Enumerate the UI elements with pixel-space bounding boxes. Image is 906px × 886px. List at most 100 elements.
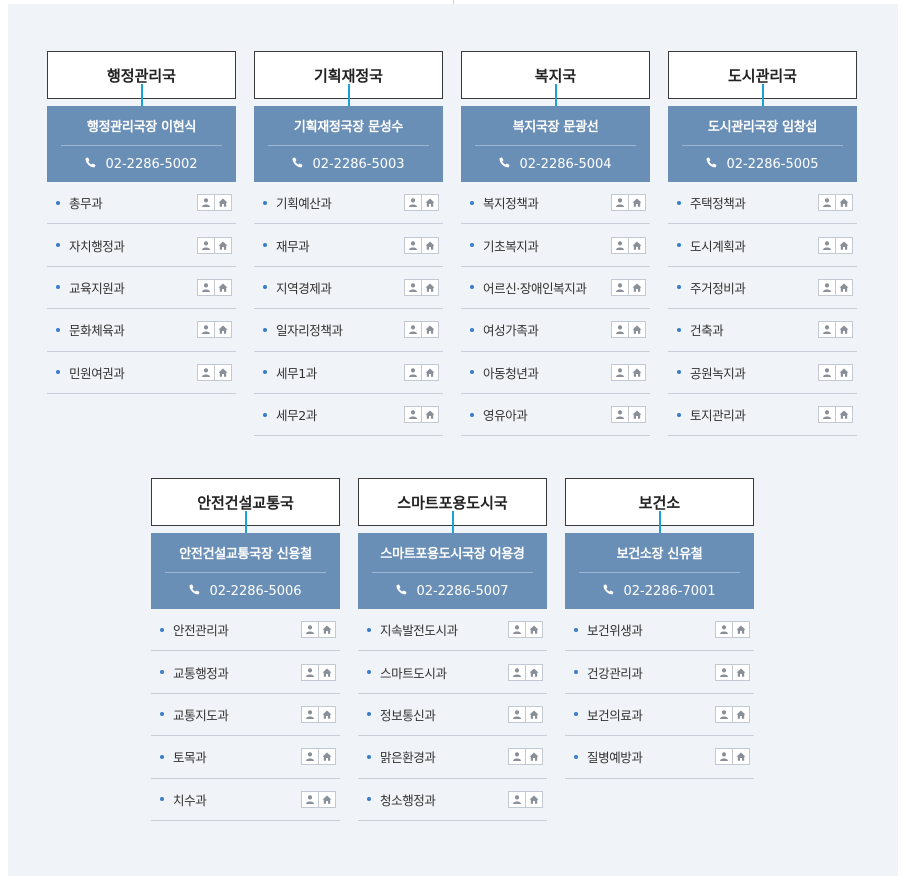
staff-button[interactable] (301, 705, 319, 723)
homepage-button[interactable] (318, 663, 336, 681)
bureau-title-box[interactable]: 보건소 (565, 478, 754, 533)
homepage-button[interactable] (214, 321, 232, 339)
homepage-button[interactable] (835, 236, 853, 254)
division-name[interactable]: 지역경제과 (276, 278, 405, 297)
director-phone[interactable]: 02-2286-5004 (475, 146, 636, 182)
homepage-button[interactable] (214, 194, 232, 212)
homepage-button[interactable] (214, 278, 232, 296)
director-phone[interactable]: 02-2286-5003 (268, 146, 429, 182)
division-name[interactable]: 건강관리과 (587, 663, 716, 682)
division-name[interactable]: 기초복지과 (483, 236, 612, 255)
division-name[interactable]: 복지정책과 (483, 193, 612, 212)
staff-button[interactable] (715, 748, 733, 766)
staff-button[interactable] (404, 278, 422, 296)
staff-button[interactable] (301, 790, 319, 808)
homepage-button[interactable] (421, 321, 439, 339)
homepage-button[interactable] (214, 363, 232, 381)
bureau-title-box[interactable]: 복지국 (461, 51, 650, 106)
staff-button[interactable] (404, 363, 422, 381)
homepage-button[interactable] (732, 621, 750, 639)
staff-button[interactable] (611, 321, 629, 339)
division-name[interactable]: 맑은환경과 (380, 747, 509, 766)
division-name[interactable]: 스마트도시과 (380, 663, 509, 682)
homepage-button[interactable] (628, 321, 646, 339)
division-name[interactable]: 주거정비과 (690, 278, 819, 297)
staff-button[interactable] (301, 621, 319, 639)
bureau-title-box[interactable]: 행정관리국 (47, 51, 236, 106)
division-name[interactable]: 자치행정과 (69, 236, 198, 255)
homepage-button[interactable] (525, 621, 543, 639)
homepage-button[interactable] (732, 705, 750, 723)
division-name[interactable]: 건축과 (690, 320, 819, 339)
staff-button[interactable] (611, 236, 629, 254)
homepage-button[interactable] (835, 194, 853, 212)
division-name[interactable]: 보건의료과 (587, 705, 716, 724)
homepage-button[interactable] (318, 705, 336, 723)
staff-button[interactable] (197, 278, 215, 296)
staff-button[interactable] (611, 406, 629, 424)
homepage-button[interactable] (732, 663, 750, 681)
homepage-button[interactable] (835, 321, 853, 339)
division-name[interactable]: 주택정책과 (690, 193, 819, 212)
division-name[interactable]: 정보통신과 (380, 705, 509, 724)
staff-button[interactable] (818, 321, 836, 339)
bureau-title-box[interactable]: 스마트포용도시국 (358, 478, 547, 533)
staff-button[interactable] (715, 621, 733, 639)
division-name[interactable]: 세무2과 (276, 405, 405, 424)
division-name[interactable]: 문화체육과 (69, 320, 198, 339)
homepage-button[interactable] (421, 278, 439, 296)
division-name[interactable]: 기획예산과 (276, 193, 405, 212)
staff-button[interactable] (508, 663, 526, 681)
staff-button[interactable] (611, 363, 629, 381)
staff-button[interactable] (818, 406, 836, 424)
homepage-button[interactable] (525, 705, 543, 723)
division-name[interactable]: 토지관리과 (690, 405, 819, 424)
homepage-button[interactable] (628, 406, 646, 424)
division-name[interactable]: 일자리정책과 (276, 320, 405, 339)
staff-button[interactable] (715, 663, 733, 681)
division-name[interactable]: 영유아과 (483, 405, 612, 424)
staff-button[interactable] (508, 790, 526, 808)
division-name[interactable]: 재무과 (276, 236, 405, 255)
bureau-title-box[interactable]: 안전건설교통국 (151, 478, 340, 533)
homepage-button[interactable] (214, 236, 232, 254)
staff-button[interactable] (197, 236, 215, 254)
homepage-button[interactable] (421, 406, 439, 424)
homepage-button[interactable] (835, 278, 853, 296)
bureau-title-box[interactable]: 기획재정국 (254, 51, 443, 106)
staff-button[interactable] (818, 236, 836, 254)
homepage-button[interactable] (628, 236, 646, 254)
division-name[interactable]: 안전관리과 (173, 620, 302, 639)
division-name[interactable]: 지속발전도시과 (380, 620, 509, 639)
staff-button[interactable] (508, 705, 526, 723)
staff-button[interactable] (715, 705, 733, 723)
homepage-button[interactable] (525, 663, 543, 681)
division-name[interactable]: 총무과 (69, 193, 198, 212)
bureau-title-box[interactable]: 도시관리국 (668, 51, 857, 106)
division-name[interactable]: 교통지도과 (173, 705, 302, 724)
division-name[interactable]: 공원녹지과 (690, 363, 819, 382)
staff-button[interactable] (818, 194, 836, 212)
director-phone[interactable]: 02-2286-7001 (579, 573, 740, 609)
director-phone[interactable]: 02-2286-5007 (372, 573, 533, 609)
staff-button[interactable] (818, 363, 836, 381)
division-name[interactable]: 치수과 (173, 790, 302, 809)
staff-button[interactable] (404, 194, 422, 212)
division-name[interactable]: 청소행정과 (380, 790, 509, 809)
division-name[interactable]: 도시계획과 (690, 236, 819, 255)
homepage-button[interactable] (835, 363, 853, 381)
homepage-button[interactable] (732, 748, 750, 766)
homepage-button[interactable] (421, 194, 439, 212)
staff-button[interactable] (301, 748, 319, 766)
staff-button[interactable] (197, 363, 215, 381)
staff-button[interactable] (508, 621, 526, 639)
staff-button[interactable] (611, 194, 629, 212)
homepage-button[interactable] (525, 748, 543, 766)
homepage-button[interactable] (318, 748, 336, 766)
homepage-button[interactable] (628, 194, 646, 212)
division-name[interactable]: 어르신·장애인복지과 (483, 278, 612, 297)
division-name[interactable]: 여성가족과 (483, 320, 612, 339)
division-name[interactable]: 토목과 (173, 747, 302, 766)
division-name[interactable]: 민원여권과 (69, 363, 198, 382)
division-name[interactable]: 보건위생과 (587, 620, 716, 639)
